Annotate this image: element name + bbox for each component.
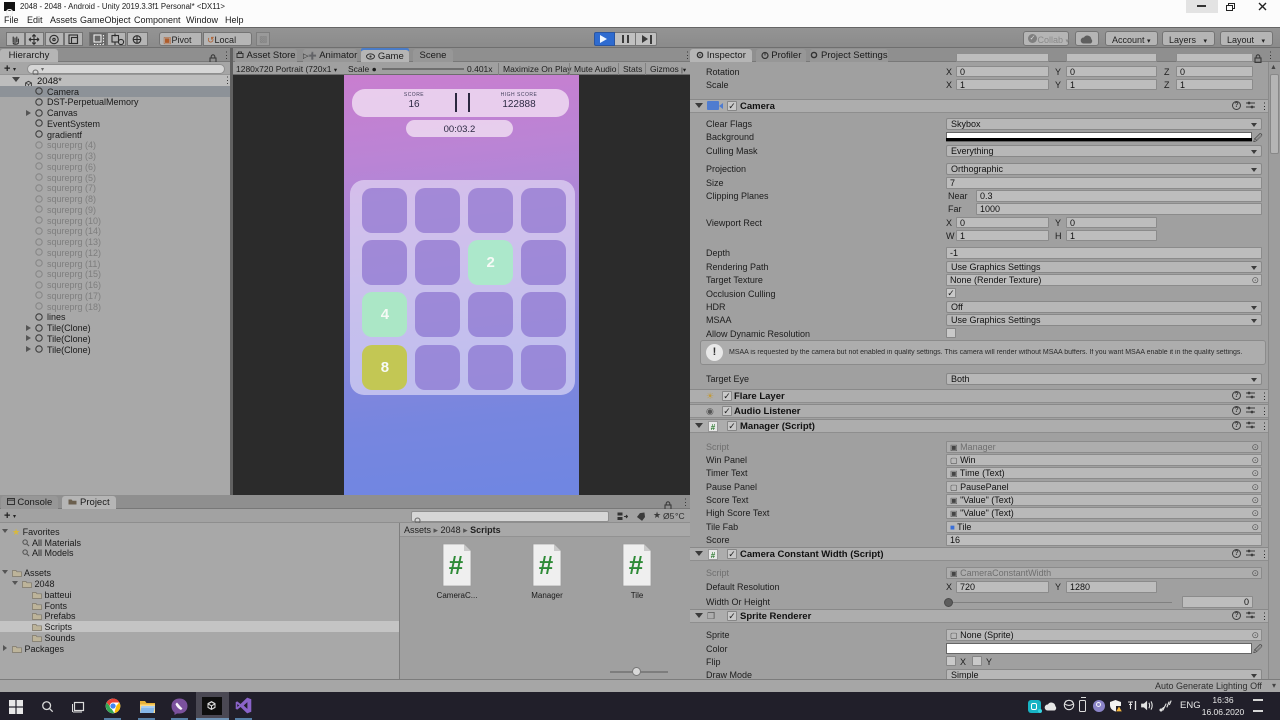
svg-text:#: # <box>449 550 464 580</box>
svg-text:#: # <box>629 550 644 580</box>
svg-text:#: # <box>539 550 554 580</box>
